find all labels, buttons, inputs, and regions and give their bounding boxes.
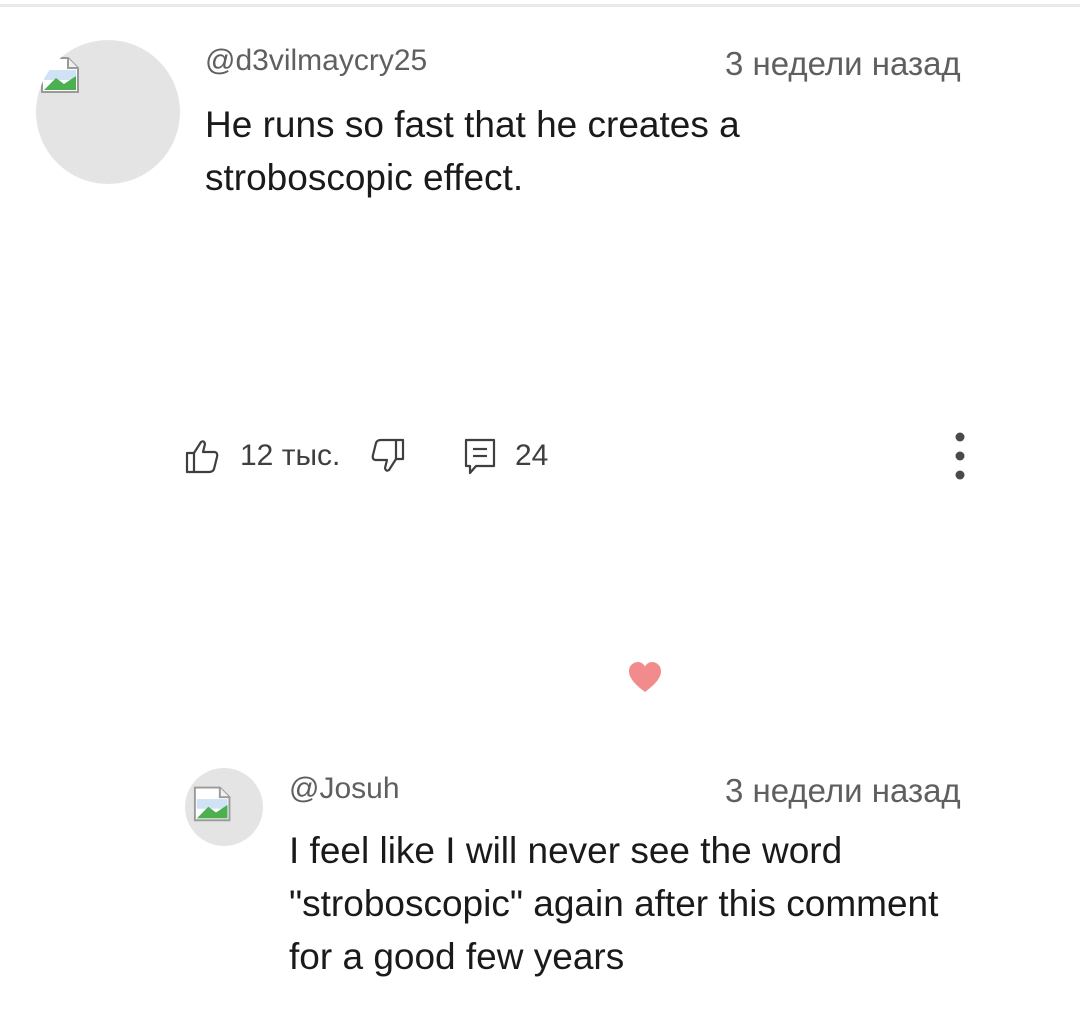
reply-author[interactable]: @Josuh: [289, 772, 400, 806]
comment-author[interactable]: @d3vilmaycry25: [205, 44, 427, 78]
comment-action-bar: 12 тыс. 24: [180, 428, 980, 484]
more-options-button[interactable]: [948, 426, 972, 486]
broken-image-icon: [41, 57, 79, 93]
reply-avatar[interactable]: [185, 768, 263, 846]
top-divider: [0, 4, 1080, 7]
reply-text: I feel like I will never see the word "s…: [289, 830, 939, 977]
reply-button[interactable]: [462, 428, 498, 484]
more-vertical-icon: [955, 432, 965, 480]
thumbs-down-icon: [371, 438, 405, 472]
comment-icon: [464, 438, 496, 475]
thumbs-up-icon: [185, 440, 219, 474]
heart-icon: [629, 662, 661, 692]
comment-timestamp: 3 недели назад: [725, 45, 961, 82]
comment-text: He runs so fast that he creates a strobo…: [205, 104, 740, 198]
like-button[interactable]: [182, 428, 222, 484]
like-count: 12 тыс.: [240, 439, 341, 472]
avatar[interactable]: [36, 40, 180, 184]
reply-timestamp: 3 недели назад: [725, 772, 961, 809]
reply-count: 24: [515, 439, 549, 472]
broken-image-icon: [193, 786, 231, 822]
dislike-button[interactable]: [368, 428, 408, 484]
